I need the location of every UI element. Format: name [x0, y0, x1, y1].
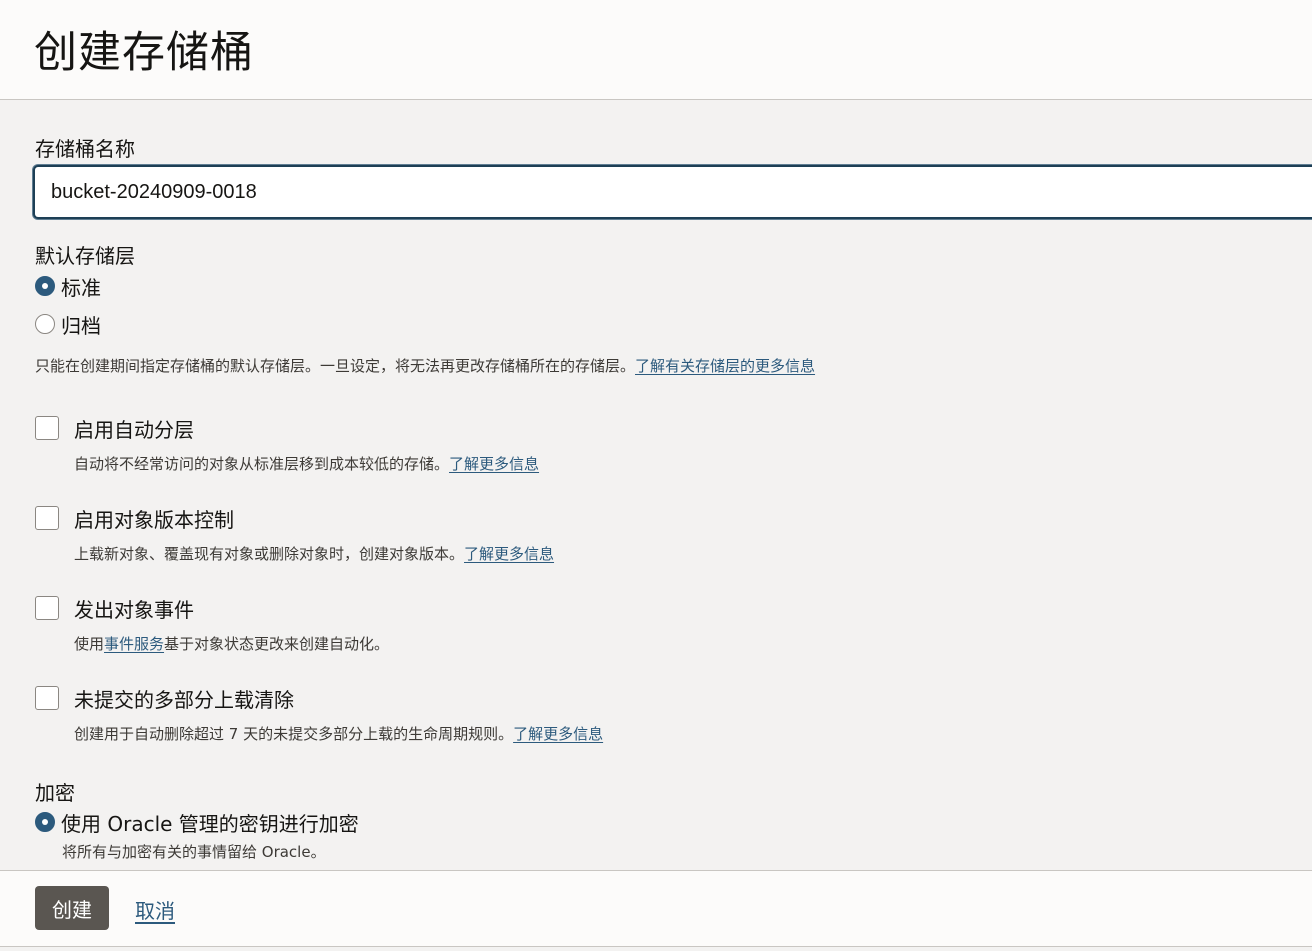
- multipart-cleanup-checkbox[interactable]: [35, 686, 59, 710]
- versioning-option[interactable]: 启用对象版本控制: [35, 505, 234, 532]
- object-events-help-suffix: 基于对象状态更改来创建自动化。: [164, 635, 390, 653]
- multipart-cleanup-help-text: 创建用于自动删除超过 7 天的未提交多部分上载的生命周期规则。: [74, 725, 514, 743]
- object-events-help-prefix: 使用: [74, 635, 105, 653]
- create-button[interactable]: 创建: [35, 886, 109, 930]
- multipart-cleanup-option[interactable]: 未提交的多部分上载清除: [35, 685, 294, 712]
- encryption-option-help: 将所有与加密有关的事情留给 Oracle。: [62, 843, 326, 861]
- tier-option-archive[interactable]: 归档: [35, 311, 101, 338]
- storage-tier-help: 只能在创建期间指定存储桶的默认存储层。一旦设定，将无法再更改存储桶所在的存储层。…: [35, 355, 815, 376]
- storage-tier-learn-more-link[interactable]: 了解有关存储层的更多信息: [635, 357, 815, 375]
- auto-tiering-learn-more-link[interactable]: 了解更多信息: [449, 455, 539, 473]
- bucket-name-input[interactable]: [33, 165, 1312, 219]
- auto-tiering-label: 启用自动分层: [74, 417, 194, 442]
- tier-option-standard[interactable]: 标准: [35, 273, 101, 300]
- versioning-learn-more-link[interactable]: 了解更多信息: [464, 545, 554, 563]
- encryption-option-label: 使用 Oracle 管理的密钥进行加密: [61, 811, 359, 836]
- page-title: 创建存储桶: [34, 28, 254, 78]
- tier-standard-label: 标准: [61, 275, 101, 300]
- auto-tiering-checkbox[interactable]: [35, 416, 59, 440]
- auto-tiering-help-text: 自动将不经常访问的对象从标准层移到成本较低的存储。: [74, 455, 450, 473]
- page-header: 创建存储桶: [0, 0, 1312, 100]
- versioning-help-text: 上载新对象、覆盖现有对象或删除对象时，创建对象版本。: [74, 545, 465, 563]
- multipart-cleanup-help: 创建用于自动删除超过 7 天的未提交多部分上载的生命周期规则。了解更多信息: [74, 723, 603, 744]
- object-events-help: 使用事件服务基于对象状态更改来创建自动化。: [74, 633, 389, 654]
- form-body: 存储桶名称 默认存储层 标准 归档 只能在创建期间指定存储桶的默认存储层。一旦设…: [0, 101, 1312, 870]
- versioning-help: 上载新对象、覆盖现有对象或删除对象时，创建对象版本。了解更多信息: [74, 543, 554, 564]
- object-events-checkbox[interactable]: [35, 596, 59, 620]
- tier-archive-label: 归档: [61, 313, 101, 338]
- auto-tiering-help: 自动将不经常访问的对象从标准层移到成本较低的存储。了解更多信息: [74, 453, 539, 474]
- object-events-option[interactable]: 发出对象事件: [35, 595, 194, 622]
- radio-archive[interactable]: [35, 314, 55, 334]
- versioning-checkbox[interactable]: [35, 506, 59, 530]
- form-footer: 创建 取消: [0, 870, 1312, 947]
- encryption-label: 加密: [35, 781, 75, 805]
- auto-tiering-option[interactable]: 启用自动分层: [35, 415, 194, 442]
- object-events-label: 发出对象事件: [74, 597, 194, 622]
- bucket-name-label: 存储桶名称: [35, 137, 135, 161]
- storage-tier-label: 默认存储层: [35, 244, 135, 268]
- storage-tier-help-text: 只能在创建期间指定存储桶的默认存储层。一旦设定，将无法再更改存储桶所在的存储层。: [35, 357, 636, 375]
- radio-oracle-managed-keys[interactable]: [35, 812, 55, 832]
- versioning-label: 启用对象版本控制: [74, 507, 234, 532]
- multipart-cleanup-learn-more-link[interactable]: 了解更多信息: [513, 725, 603, 743]
- events-service-link[interactable]: 事件服务: [104, 635, 164, 653]
- multipart-cleanup-label: 未提交的多部分上载清除: [74, 687, 294, 712]
- encryption-option-oracle-managed[interactable]: 使用 Oracle 管理的密钥进行加密: [35, 809, 359, 836]
- radio-standard[interactable]: [35, 276, 55, 296]
- cancel-link[interactable]: 取消: [135, 895, 175, 924]
